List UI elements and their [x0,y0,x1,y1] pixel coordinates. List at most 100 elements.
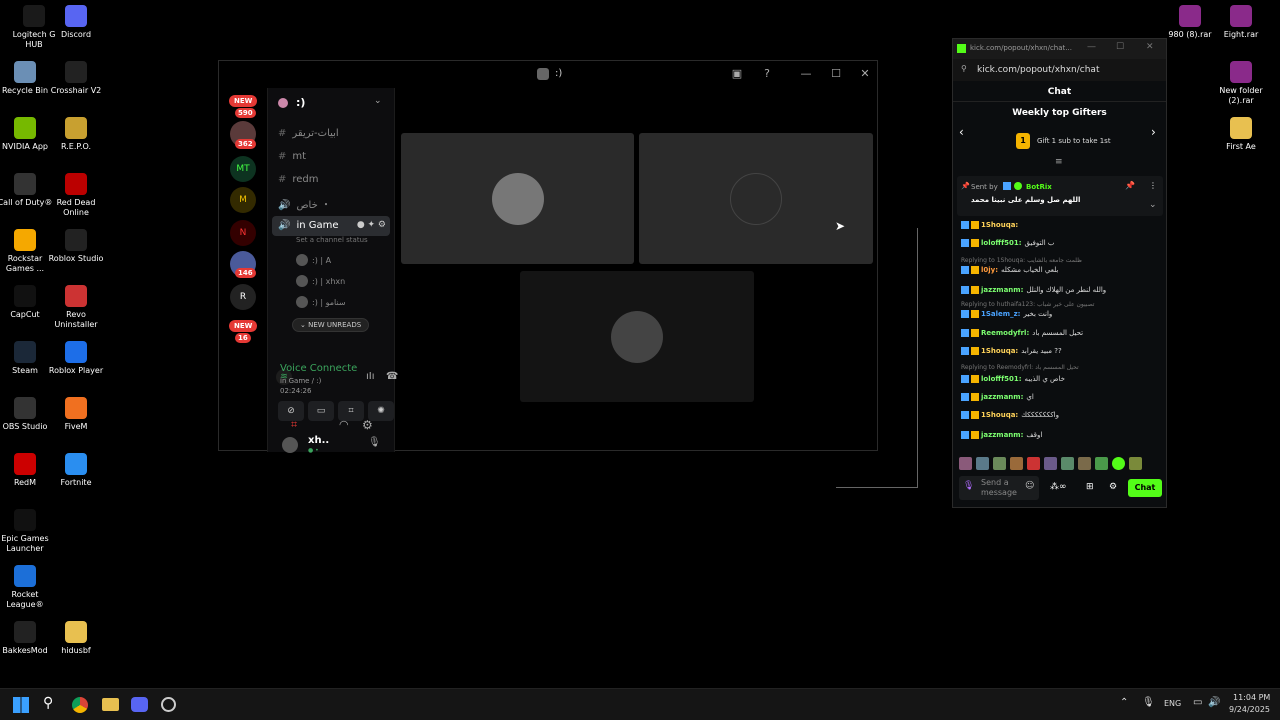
volume-icon[interactable]: 🔊 [1208,697,1220,708]
chevron-left-icon[interactable]: ‹ [959,125,964,139]
minimize-icon[interactable]: — [1087,42,1096,52]
chevron-right-icon[interactable]: › [1151,125,1156,139]
chat-username[interactable]: 1Shouqa: [981,347,1018,355]
emote-icon[interactable] [1010,457,1023,470]
clock-time[interactable]: 11:04 PM [1233,693,1270,702]
noise-suppression-icon[interactable]: ıIı [366,371,375,382]
headphones-icon[interactable]: ◠ [339,418,349,431]
bot-name[interactable]: BotRix [1026,183,1052,191]
chat-username[interactable]: 1Shouqa: [981,221,1018,229]
chat-username[interactable]: lolofff501: [981,239,1022,247]
chevron-down-icon[interactable]: ⌄ [374,96,382,106]
settings-icon[interactable]: ⚙ [1109,482,1117,492]
desktop-shortcut[interactable]: Roblox Studio [45,229,107,264]
help-icon[interactable]: ? [759,67,775,80]
minimize-icon[interactable]: — [798,67,814,80]
chrome-icon[interactable] [72,697,88,713]
participant-tile[interactable] [639,133,873,264]
language-indicator[interactable]: ENG [1164,699,1181,708]
mic-icon[interactable]: 🎙 [368,437,381,448]
chat-message[interactable]: jazzmanm: اوقف [961,431,1042,440]
voice-user[interactable]: :) | A [296,254,331,266]
channel-actions-icon[interactable]: ● ✦ ⚙ [357,220,386,230]
site-info-icon[interactable]: ⚲ [961,64,967,73]
emote-icon[interactable] [1044,457,1057,470]
voice-connected-label[interactable]: Voice Connecte [280,363,357,374]
chat-message[interactable]: jazzmanm: والله لنطر من الهلاك والنلل [961,286,1106,295]
chat-username[interactable]: jazzmanm: [981,286,1023,294]
emote-icon[interactable] [1078,457,1091,470]
collapse-icon[interactable]: ≡ [1055,157,1063,167]
participant-tile[interactable] [520,271,754,402]
pinned-message[interactable]: 📌 Sent by BotRix 📌 ⋮ اللهم صل وسلم على ن… [957,176,1163,216]
chat-username[interactable]: 1Salem_z: [981,310,1020,318]
gamepad-muted-icon[interactable]: ⌗ [291,418,297,432]
reply-context[interactable]: Replying to Reemodyfrl: تحيل المسسم باد [961,364,1079,371]
avatar[interactable] [282,437,298,453]
desktop-shortcut[interactable]: FiveM [45,397,107,432]
desktop-shortcut[interactable]: Epic Games Launcher [0,509,56,554]
discord-taskbar-icon[interactable] [131,697,148,712]
more-icon[interactable]: ⋮ [1149,181,1157,190]
message-input[interactable]: 🎙 Send a message ☺ [959,476,1039,500]
channel-item[interactable]: # redm [278,174,319,185]
server-icon[interactable]: MT [230,156,256,182]
voice-user[interactable]: :) | xhxn [296,275,345,287]
chat-message[interactable]: lolofff501: ب التوفيق [961,239,1054,248]
new-pill[interactable]: NEW [229,320,258,332]
desktop-shortcut[interactable]: Red Dead Online [45,173,107,218]
chat-username[interactable]: lolofff501: [981,375,1022,383]
mic-icon[interactable]: 🎙 [963,481,974,491]
server-name[interactable]: :) [296,96,305,109]
desktop-shortcut[interactable]: hidusbf [45,621,107,656]
chat-username[interactable]: jazzmanm: [981,431,1023,439]
desktop-shortcut[interactable]: Eight.rar [1210,5,1272,40]
desktop-shortcut[interactable]: Fortnite [45,453,107,488]
shop-icon[interactable]: ⊞ [1086,482,1094,492]
reply-context[interactable]: Replying to huthaifa123: تصبيون على خير … [961,301,1094,308]
voice-location[interactable]: in Game / :) [280,377,321,385]
search-icon[interactable]: ⚲ [43,695,53,711]
server-icon[interactable]: N [230,220,256,246]
inbox-icon[interactable]: ▣ [729,67,745,80]
chevron-up-icon[interactable]: ⌃ [1120,697,1128,708]
close-icon[interactable]: ✕ [857,67,873,80]
emote-icon[interactable] [959,457,972,470]
network-icon[interactable]: ▭ [1193,697,1202,708]
chat-username[interactable]: l0jy: [981,266,998,274]
chat-message[interactable]: 1Shouqa: واكككككككك [961,411,1059,420]
pin-action-icon[interactable]: 📌 [1125,181,1135,190]
emote-icon[interactable] [993,457,1006,470]
app-taskbar-icon[interactable] [161,697,176,712]
chat-username[interactable]: jazzmanm: [981,393,1023,401]
server-icon[interactable]: M [230,187,256,213]
disconnect-icon[interactable]: ☎ [386,371,398,382]
voice-channel-in-game[interactable]: 🔊 in Game ● ✦ ⚙ [272,216,390,236]
maximize-icon[interactable]: ☐ [828,67,844,80]
desktop-shortcut[interactable]: R.E.P.O. [45,117,107,152]
address-bar[interactable]: ⚲ kick.com/popout/xhxn/chat [953,59,1166,81]
chat-message[interactable]: Reemodyfrl: تحيل المسسم باد [961,329,1083,338]
desktop-shortcut[interactable]: First Ae [1210,117,1272,152]
desktop-shortcut[interactable]: Crosshair V2 [45,61,107,96]
desktop-shortcut[interactable]: Rocket League® [0,565,56,610]
emote-icon[interactable] [1112,457,1125,470]
chat-send-button[interactable]: Chat [1128,479,1162,497]
points-icon[interactable]: ⁂∞ [1050,482,1067,492]
emote-icon[interactable] [1129,457,1142,470]
desktop-shortcut[interactable]: Revo Uninstaller [45,285,107,330]
maximize-icon[interactable]: ☐ [1116,42,1124,52]
emote-icon[interactable] [1027,457,1040,470]
channel-status[interactable]: Set a channel status [296,236,368,244]
settings-icon[interactable]: ⚙ [362,418,373,432]
chat-message[interactable]: 1Salem_z: وانت بخير [961,310,1052,319]
reply-context[interactable]: Replying to 1Shouqa: ظلمت جامعه بالشايب [961,257,1082,264]
emote-icon[interactable] [1061,457,1074,470]
chat-username[interactable]: Reemodyfrl: [981,329,1029,337]
channel-item[interactable]: 🔊 خاص ・ [278,196,331,211]
chat-message[interactable]: l0jy: بلعي الخياب مشكله [961,266,1058,275]
chat-message[interactable]: 1Shouqa: [961,221,1021,230]
chevron-down-icon[interactable]: ⌄ [1149,200,1157,210]
emoji-icon[interactable]: ☺ [1025,481,1034,491]
new-pill[interactable]: NEW [229,95,258,107]
